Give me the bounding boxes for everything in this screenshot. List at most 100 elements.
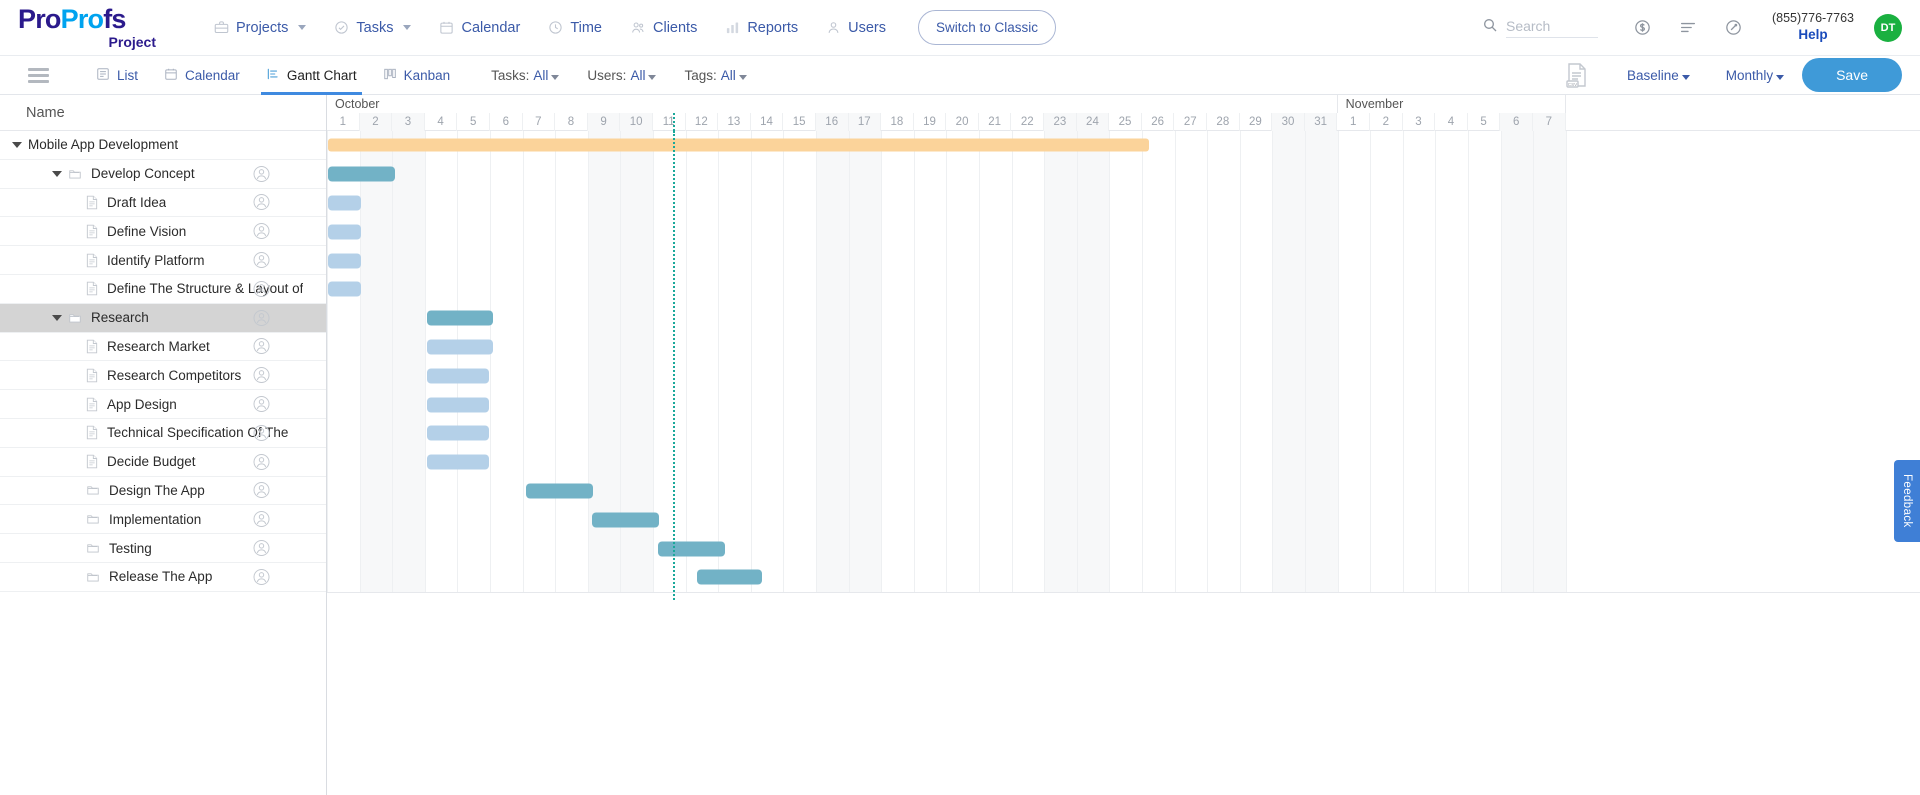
assignee-avatar-icon[interactable] bbox=[253, 223, 270, 240]
gantt-bar-project[interactable] bbox=[327, 138, 1150, 152]
search-input[interactable] bbox=[1505, 17, 1598, 38]
assignee-avatar-icon[interactable] bbox=[253, 194, 270, 211]
assignee-avatar-icon[interactable] bbox=[253, 568, 270, 585]
task-row[interactable]: Research Competitors bbox=[0, 361, 326, 391]
gantt-bar-group[interactable] bbox=[327, 166, 395, 182]
assignee-avatar-icon[interactable] bbox=[253, 165, 270, 182]
zoom-level-dropdown[interactable]: Monthly bbox=[1726, 68, 1785, 83]
baseline-label: Baseline bbox=[1627, 67, 1679, 83]
gantt-bar-task[interactable] bbox=[327, 224, 362, 240]
gantt-bar-task[interactable] bbox=[327, 253, 362, 269]
task-row[interactable]: Technical Specification Of The bbox=[0, 419, 326, 448]
help-link[interactable]: Help bbox=[1772, 27, 1854, 44]
task-row[interactable]: Research Market bbox=[0, 333, 326, 362]
expand-collapse-triangle-icon[interactable] bbox=[12, 141, 22, 148]
gantt-bar-task[interactable] bbox=[427, 425, 490, 441]
day-label: 3 bbox=[392, 113, 425, 131]
assignee-avatar-icon[interactable] bbox=[253, 511, 270, 528]
nav-label-reports: Reports bbox=[747, 19, 799, 36]
task-row[interactable]: Define The Structure & Layout of bbox=[0, 275, 326, 304]
task-row[interactable]: Draft Idea bbox=[0, 189, 326, 218]
task-row[interactable]: Mobile App Development bbox=[0, 131, 326, 160]
activity-list-icon[interactable] bbox=[1678, 18, 1698, 37]
gantt-bar-group[interactable] bbox=[657, 541, 725, 557]
assignee-avatar-icon[interactable] bbox=[253, 396, 270, 413]
filter-tasks[interactable]: Tasks: All bbox=[491, 68, 560, 83]
tab-calendar[interactable]: Calendar bbox=[151, 56, 253, 94]
gantt-bar-task[interactable] bbox=[427, 339, 494, 355]
folder-icon bbox=[86, 483, 100, 497]
day-label: 5 bbox=[1468, 113, 1501, 131]
logo[interactable]: ProProfs Project bbox=[18, 3, 168, 50]
gantt-bar-row bbox=[327, 563, 1920, 592]
switch-to-classic-button[interactable]: Switch to Classic bbox=[917, 10, 1057, 45]
gantt-bar-group[interactable] bbox=[427, 310, 494, 326]
gantt-bar-task[interactable] bbox=[427, 397, 490, 413]
nav-item-clients[interactable]: Clients bbox=[616, 14, 711, 42]
support-phone: (855)776-7763 bbox=[1771, 11, 1854, 26]
day-label: 1 bbox=[1337, 113, 1370, 131]
assignee-avatar-icon[interactable] bbox=[253, 338, 270, 355]
csv-export-icon[interactable]: CSV bbox=[1565, 62, 1589, 88]
avatar[interactable]: DT bbox=[1874, 13, 1902, 42]
task-row[interactable]: Research bbox=[0, 303, 326, 333]
gantt-bar-task[interactable] bbox=[427, 368, 490, 384]
baseline-dropdown[interactable]: Baseline bbox=[1627, 68, 1690, 83]
expand-collapse-triangle-icon[interactable] bbox=[52, 314, 62, 321]
gantt-bar-task[interactable] bbox=[327, 281, 362, 297]
assignee-avatar-icon[interactable] bbox=[253, 280, 270, 297]
assignee-avatar-icon[interactable] bbox=[253, 540, 270, 557]
app-header: ProProfs Project Projects Tasks Calendar… bbox=[0, 0, 1920, 55]
gantt-chart-pane[interactable]: October November 1 2 3 4 5 6 7 8 9 10 11 12 13 14 15 16 1… bbox=[327, 95, 1920, 795]
filter-tags[interactable]: Tags: All bbox=[684, 68, 747, 83]
tab-list[interactable]: List bbox=[83, 56, 151, 94]
gantt-bar-group[interactable] bbox=[525, 483, 593, 499]
task-row[interactable]: Develop Concept bbox=[0, 160, 326, 189]
nav-item-calendar[interactable]: Calendar bbox=[425, 14, 534, 42]
assignee-avatar-icon[interactable] bbox=[253, 309, 270, 326]
gantt-bar-task[interactable] bbox=[427, 454, 490, 470]
task-row[interactable]: Implementation bbox=[0, 505, 326, 535]
nav-item-tasks[interactable]: Tasks bbox=[320, 14, 425, 42]
gantt-bar-task[interactable] bbox=[327, 195, 362, 211]
nav-item-projects[interactable]: Projects bbox=[200, 14, 320, 42]
assignee-avatar-icon[interactable] bbox=[253, 424, 270, 441]
assignee-avatar-icon[interactable] bbox=[253, 482, 270, 499]
nav-item-time[interactable]: Time bbox=[534, 14, 616, 42]
task-row[interactable]: Define Vision bbox=[0, 217, 326, 247]
task-row[interactable]: Release The App bbox=[0, 563, 326, 592]
task-row[interactable]: Identify Platform bbox=[0, 246, 326, 275]
assignee-avatar-icon[interactable] bbox=[253, 367, 270, 384]
settings-toggle-icon[interactable] bbox=[1724, 18, 1743, 37]
task-row[interactable]: Decide Budget bbox=[0, 448, 326, 477]
hamburger-menu-icon[interactable] bbox=[28, 67, 49, 83]
billing-icon[interactable] bbox=[1633, 18, 1652, 37]
gantt-bar-group[interactable] bbox=[697, 569, 763, 585]
nav-item-users[interactable]: Users bbox=[812, 14, 900, 42]
assignee-avatar-icon[interactable] bbox=[253, 252, 270, 269]
logo-text: ProProfs bbox=[18, 3, 168, 34]
search-box[interactable] bbox=[1482, 17, 1598, 38]
tab-gantt-chart[interactable]: Gantt Chart bbox=[253, 56, 370, 95]
nav-item-reports[interactable]: Reports bbox=[711, 14, 812, 42]
task-row[interactable]: App Design bbox=[0, 390, 326, 419]
gantt-bar-group[interactable] bbox=[591, 512, 659, 528]
save-button[interactable]: Save bbox=[1802, 58, 1902, 92]
task-name: Research Competitors bbox=[107, 367, 242, 383]
filter-users[interactable]: Users: All bbox=[587, 67, 657, 83]
filter-users-value: All bbox=[630, 67, 646, 83]
day-label: 6 bbox=[490, 113, 523, 131]
expand-collapse-triangle-icon[interactable] bbox=[52, 170, 62, 177]
assignee-avatar-icon[interactable] bbox=[253, 453, 270, 470]
day-label: 30 bbox=[1272, 113, 1305, 131]
file-icon bbox=[86, 454, 98, 469]
file-icon bbox=[86, 195, 98, 210]
day-label: 15 bbox=[783, 113, 816, 131]
logo-profs-blue: Pro bbox=[60, 3, 104, 34]
file-icon bbox=[86, 368, 98, 383]
tab-kanban[interactable]: Kanban bbox=[370, 56, 464, 94]
task-row[interactable]: Testing bbox=[0, 534, 326, 563]
day-label: 19 bbox=[914, 113, 947, 131]
feedback-tab[interactable]: Feedback bbox=[1894, 460, 1920, 542]
task-row[interactable]: Design The App bbox=[0, 477, 326, 506]
